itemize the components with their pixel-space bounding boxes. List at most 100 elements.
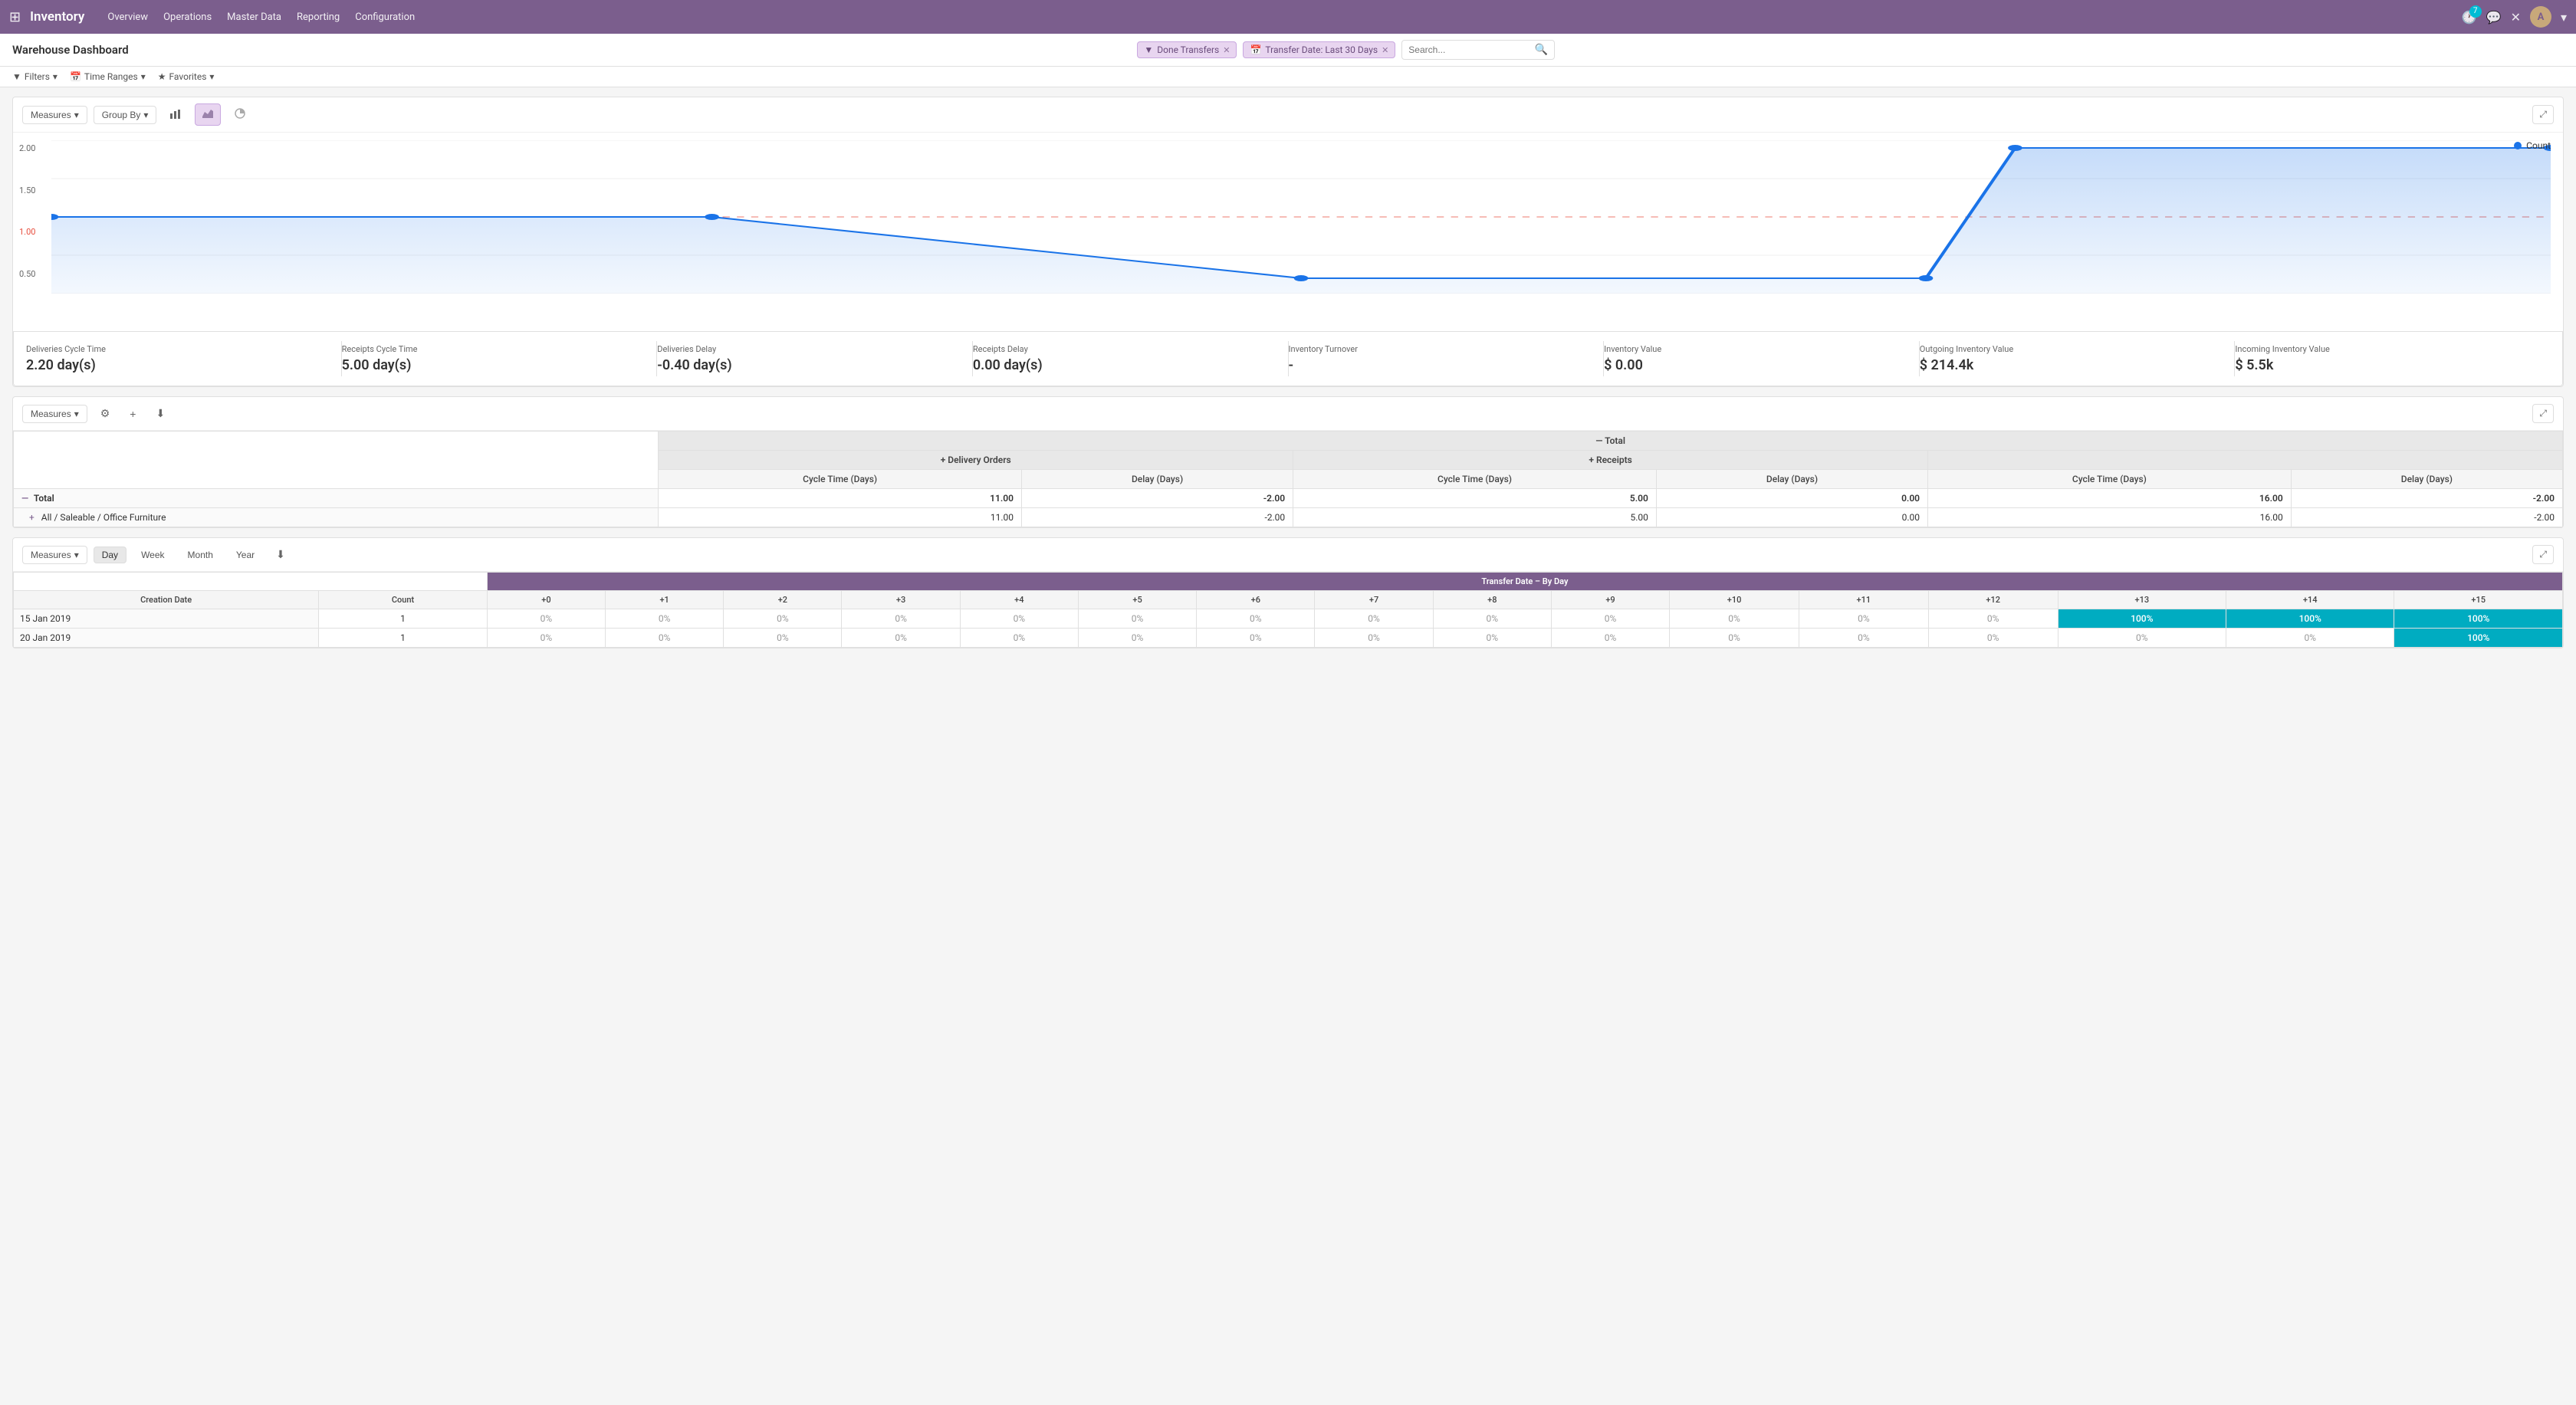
- timeline-value-cell: 100%: [2058, 609, 2226, 629]
- nav-operations[interactable]: Operations: [163, 11, 212, 23]
- collapse-icon[interactable]: —: [21, 493, 28, 504]
- pivot-sub-row: + All / Saleable / Office Furniture 11.0…: [14, 508, 2563, 527]
- close-icon[interactable]: ✕: [2511, 10, 2521, 25]
- kpi-receipts-cycle-value: 5.00 day(s): [342, 357, 645, 373]
- timeline-value-cell: 0%: [487, 609, 605, 629]
- filter-icon: ▼: [1144, 44, 1153, 55]
- nav-overview[interactable]: Overview: [107, 11, 148, 23]
- timeline-value-cell: 0%: [606, 629, 724, 648]
- kpi-receipts-delay-value: 0.00 day(s): [973, 357, 1276, 373]
- timeline-value-cell: 0%: [1315, 629, 1433, 648]
- timeline-col-12: +12: [1928, 591, 2058, 609]
- tab-week[interactable]: Week: [133, 547, 172, 563]
- sub-header: Warehouse Dashboard ▼ Done Transfers ✕ 📅…: [0, 34, 2576, 67]
- chart-legend: Count: [2514, 140, 2551, 151]
- measures-label: Measures: [31, 110, 71, 120]
- kpi-row: Deliveries Cycle Time 2.20 day(s) Receip…: [13, 331, 2563, 386]
- time-ranges-button[interactable]: 📅 Time Ranges ▾: [70, 71, 146, 82]
- pivot-expand-wrapper: ⤢: [2532, 404, 2554, 423]
- tab-month[interactable]: Month: [179, 547, 222, 563]
- kpi-outgoing-value-label: Outgoing Inventory Value: [1920, 344, 2223, 354]
- y-axis: 2.00 1.50 1.00 0.50: [19, 140, 41, 282]
- chart-expand-btn[interactable]: ⤢: [2532, 105, 2554, 124]
- search-bar[interactable]: 🔍: [1401, 40, 1555, 60]
- pivot-sub-label: + All / Saleable / Office Furniture: [14, 508, 659, 527]
- timeline-value-cell: 0%: [724, 629, 842, 648]
- timeline-col-8: +8: [1433, 591, 1551, 609]
- pivot-sub-v4: 0.00: [1656, 508, 1927, 527]
- tab-year[interactable]: Year: [228, 547, 263, 563]
- pivot-toolbar: Measures ▾ ⚙ + ⬇ ⤢: [13, 397, 2563, 431]
- timeline-col-11: +11: [1799, 591, 1928, 609]
- search-input[interactable]: [1408, 44, 1535, 55]
- kpi-deliveries-delay-value: -0.40 day(s): [657, 357, 960, 373]
- filters-button[interactable]: ▼ Filters ▾: [12, 71, 58, 82]
- timeline-count-cell: 1: [319, 629, 488, 648]
- timeline-table: Transfer Date – By Day Creation Date Cou…: [13, 572, 2563, 648]
- timeline-date-cell: 20 Jan 2019: [14, 629, 319, 648]
- timeline-measures-label: Measures: [31, 550, 71, 560]
- chevron-down-icon[interactable]: ▾: [2561, 10, 2567, 25]
- grid-icon[interactable]: ⊞: [9, 9, 21, 25]
- kpi-receipts-delay-label: Receipts Delay: [973, 344, 1276, 354]
- kpi-inventory-value: Inventory Value $ 0.00: [1604, 341, 1920, 376]
- pivot-empty-header: [14, 432, 659, 489]
- timeline-row: 15 Jan 201910%0%0%0%0%0%0%0%0%0%0%0%0%10…: [14, 609, 2563, 629]
- time-ranges-chevron: ▾: [141, 71, 146, 82]
- pivot-settings-btn[interactable]: ⚙: [94, 403, 117, 424]
- nav-configuration[interactable]: Configuration: [355, 11, 415, 23]
- timeline-col-14: +14: [2226, 591, 2394, 609]
- star-icon: ★: [158, 71, 166, 82]
- nav-reporting[interactable]: Reporting: [297, 11, 340, 23]
- pie-chart-btn[interactable]: [227, 103, 253, 126]
- pivot-total-v1: 11.00: [659, 489, 1022, 508]
- legend-label: Count: [2526, 140, 2551, 151]
- avatar[interactable]: A: [2530, 6, 2551, 28]
- group-by-dropdown[interactable]: Group By ▾: [94, 106, 157, 124]
- chart-toolbar: Measures ▾ Group By ▾ ⤢: [13, 97, 2563, 133]
- filter-done-transfers[interactable]: ▼ Done Transfers ✕: [1137, 41, 1237, 58]
- timeline-expand-btn[interactable]: ⤢: [2532, 545, 2554, 564]
- tab-day[interactable]: Day: [94, 547, 127, 563]
- favorites-chevron: ▾: [209, 71, 214, 82]
- timeline-col-2: +2: [724, 591, 842, 609]
- kpi-inventory-value-value: $ 0.00: [1604, 357, 1907, 373]
- pivot-download-btn[interactable]: ⬇: [149, 403, 172, 424]
- kpi-inventory-turnover-value: -: [1289, 357, 1592, 373]
- timeline-measures-dropdown[interactable]: Measures ▾: [22, 546, 87, 564]
- notifications-wrapper[interactable]: 🕐 7: [2462, 10, 2477, 25]
- pivot-expand-btn[interactable]: ⤢: [2532, 404, 2554, 423]
- expand-icon[interactable]: ⤢: [2532, 105, 2554, 124]
- timeline-value-cell: 0%: [1315, 609, 1433, 629]
- measures-dropdown[interactable]: Measures ▾: [22, 106, 87, 124]
- app-title: Inventory: [30, 9, 84, 25]
- pivot-measures-dropdown[interactable]: Measures ▾: [22, 405, 87, 423]
- nav-right-icons: 🕐 7 💬 ✕ A ▾: [2462, 6, 2567, 28]
- pivot-sub-v6: -2.00: [2291, 508, 2562, 527]
- timeline-value-cell: 100%: [2394, 629, 2563, 648]
- timeline-value-cell: 0%: [1078, 629, 1196, 648]
- pivot-total-header: — Total: [659, 432, 2563, 451]
- expand-icon[interactable]: +: [29, 512, 34, 523]
- chart-widget: Measures ▾ Group By ▾ ⤢: [12, 97, 2564, 387]
- filter-done-transfers-close[interactable]: ✕: [1223, 45, 1230, 55]
- pivot-total-v5: 16.00: [1928, 489, 2292, 508]
- timeline-value-cell: 0%: [1433, 609, 1551, 629]
- nav-master-data[interactable]: Master Data: [227, 11, 281, 23]
- pivot-col-delivery-delay: Delay (Days): [1021, 470, 1293, 489]
- pivot-col-total-delay: Delay (Days): [2291, 470, 2562, 489]
- filter-transfer-date-close[interactable]: ✕: [1382, 45, 1388, 55]
- pivot-delivery-header: + Delivery Orders: [659, 451, 1293, 470]
- filter-bar: ▼ Done Transfers ✕ 📅 Transfer Date: Last…: [129, 40, 2564, 60]
- filter-transfer-date[interactable]: 📅 Transfer Date: Last 30 Days ✕: [1243, 41, 1395, 58]
- favorites-button[interactable]: ★ Favorites ▾: [158, 71, 215, 82]
- area-chart-btn[interactable]: [195, 103, 221, 126]
- chat-icon[interactable]: 💬: [2486, 10, 2502, 25]
- pivot-add-btn[interactable]: +: [123, 404, 143, 424]
- timeline-col-9: +9: [1551, 591, 1669, 609]
- filter-done-transfers-label: Done Transfers: [1157, 44, 1219, 55]
- pivot-col-receipts-delay: Delay (Days): [1656, 470, 1927, 489]
- bar-chart-btn[interactable]: [163, 103, 189, 126]
- timeline-value-cell: 0%: [1551, 629, 1669, 648]
- timeline-download-btn[interactable]: ⬇: [269, 544, 292, 565]
